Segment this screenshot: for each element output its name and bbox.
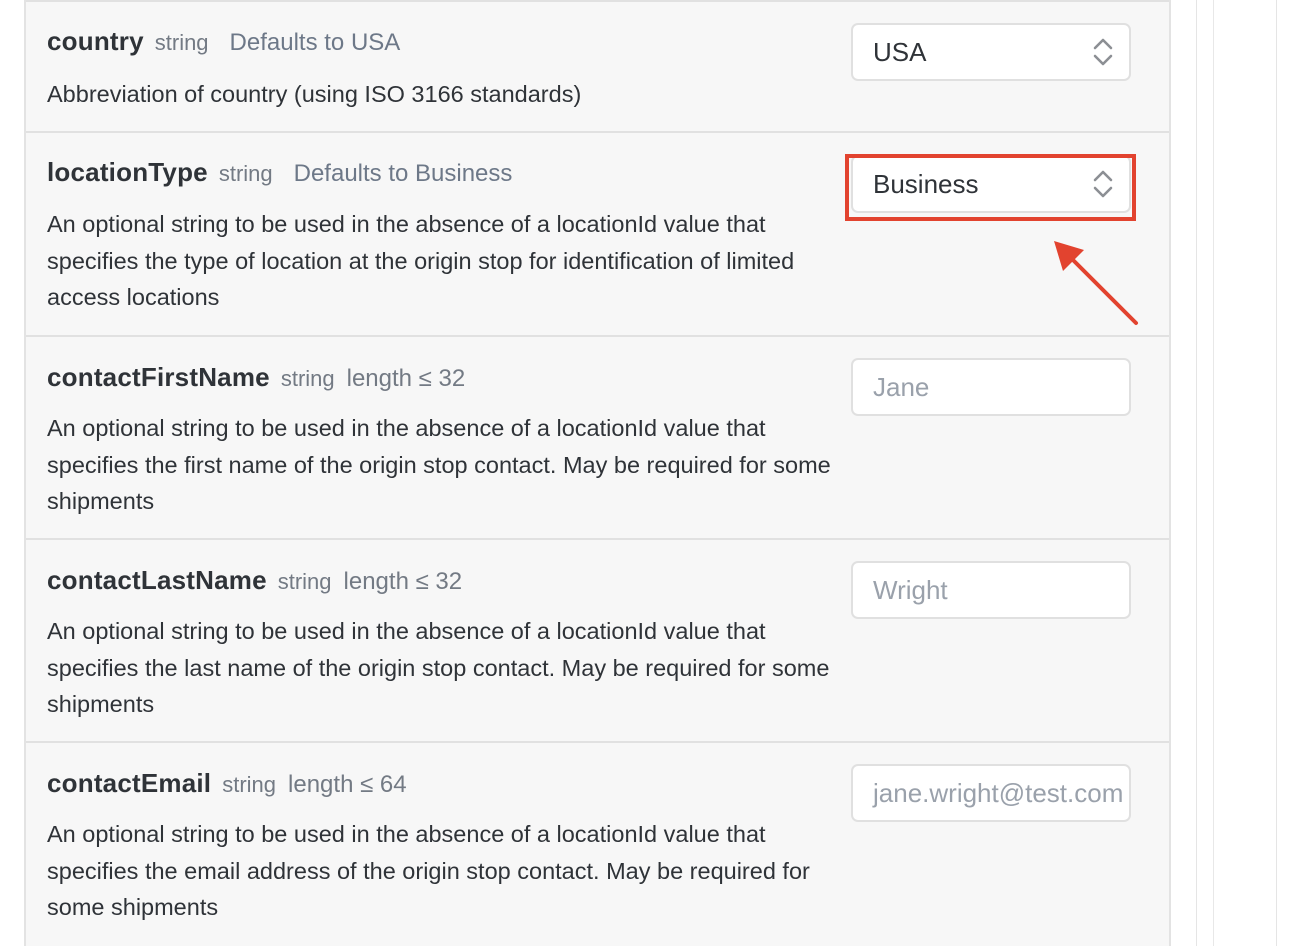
input-placeholder: jane.wright@test.com <box>873 778 1124 808</box>
contact-first-name-input[interactable]: Jane <box>851 358 1131 416</box>
param-type: string <box>222 772 277 797</box>
country-select[interactable]: USA <box>851 23 1131 81</box>
param-name: country <box>47 26 144 56</box>
param-header: country string Defaults to USA <box>47 26 400 57</box>
param-name: locationType <box>47 157 208 187</box>
param-name: contactFirstName <box>47 362 270 392</box>
param-type: string <box>154 30 209 55</box>
param-constraint: length ≤ 32 <box>343 568 463 595</box>
param-constraint: length ≤ 64 <box>288 771 407 798</box>
param-description: An optional string to be used in the abs… <box>47 618 830 717</box>
param-row-country: country string Defaults to USA Abbreviat… <box>26 2 1169 133</box>
param-header: contactEmail string length ≤ 64 <box>47 768 407 799</box>
param-header: contactLastName string length ≤ 32 <box>47 565 462 596</box>
contact-last-name-input[interactable]: Wright <box>851 561 1131 619</box>
contact-email-input[interactable]: jane.wright@test.com <box>851 764 1131 822</box>
input-placeholder: Wright <box>873 575 948 605</box>
param-type: string <box>277 569 332 594</box>
param-description: An optional string to be used in the abs… <box>47 821 810 920</box>
param-name: contactEmail <box>47 768 212 798</box>
param-description: An optional string to be used in the abs… <box>47 415 831 514</box>
param-description: Abbreviation of country (using ISO 3166 … <box>47 81 582 107</box>
column-divider <box>1196 0 1197 946</box>
param-name: contactLastName <box>47 565 267 595</box>
param-row-contact-first-name: contactFirstName string length ≤ 32 An o… <box>26 337 1169 540</box>
param-type: string <box>218 161 273 186</box>
param-constraint: length ≤ 32 <box>346 365 466 392</box>
chevron-updown-icon <box>1093 38 1113 66</box>
input-placeholder: Jane <box>873 372 930 402</box>
param-default: Defaults to USA <box>229 29 401 56</box>
param-header: contactFirstName string length ≤ 32 <box>47 362 465 393</box>
api-reference-page: country string Defaults to USA Abbreviat… <box>0 0 1300 946</box>
param-row-contact-email: contactEmail string length ≤ 64 An optio… <box>26 743 1169 946</box>
body-params-panel: country string Defaults to USA Abbreviat… <box>24 0 1171 946</box>
param-description: An optional string to be used in the abs… <box>47 211 795 310</box>
annotation-highlight-box <box>845 154 1136 221</box>
param-type: string <box>280 366 335 391</box>
column-divider <box>1276 0 1277 946</box>
select-value: USA <box>873 37 927 67</box>
param-header: locationType string Defaults to Business <box>47 157 512 188</box>
column-divider <box>1213 0 1214 946</box>
param-row-contact-last-name: contactLastName string length ≤ 32 An op… <box>26 540 1169 743</box>
param-default: Defaults to Business <box>293 160 513 187</box>
annotation-arrow-icon <box>1054 241 1138 325</box>
